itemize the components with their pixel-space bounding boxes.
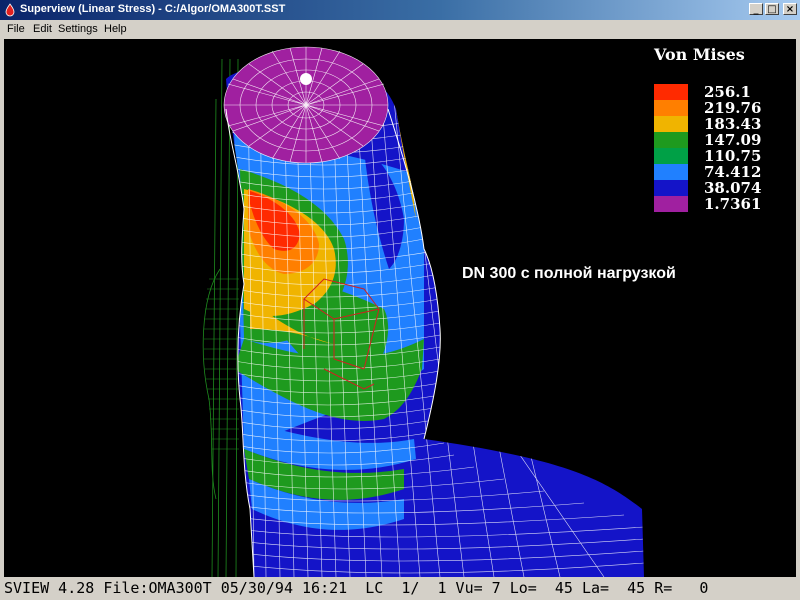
top-cap (223, 46, 389, 164)
legend-swatch (654, 180, 688, 196)
legend-row: 110.75 (654, 147, 784, 165)
legend-swatch (654, 164, 688, 180)
legend-value: 1.7361 (704, 195, 762, 213)
legend-swatch (654, 132, 688, 148)
legend-swatch (654, 148, 688, 164)
status-bar: SVIEW 4.28 File:OMA300T 05/30/94 16:21 L… (0, 577, 800, 600)
title-bar[interactable]: Superview (Linear Stress) - C:/Algor/OMA… (0, 0, 800, 20)
maximize-button[interactable]: □ (765, 3, 779, 15)
window-title: Superview (Linear Stress) - C:/Algor/OMA… (20, 3, 286, 15)
app-icon (5, 3, 15, 17)
model-annotation: DN 300 с полной нагрузкой (462, 265, 676, 282)
legend-row: 1.7361 (654, 195, 784, 213)
legend-row: 38.074 (654, 179, 784, 197)
legend-row: 74.412 (654, 163, 784, 181)
legend-row: 219.76 (654, 99, 784, 117)
legend-swatch (654, 84, 688, 100)
legend-title: Von Mises (654, 45, 745, 64)
menu-settings[interactable]: Settings (58, 23, 98, 35)
menu-help[interactable]: Help (104, 23, 127, 35)
legend-swatch (654, 100, 688, 116)
legend-swatch (654, 196, 688, 212)
app-window: Superview (Linear Stress) - C:/Algor/OMA… (0, 0, 800, 600)
minimize-button[interactable]: _ (749, 3, 763, 15)
legend-swatch (654, 116, 688, 132)
legend-row: 256.1 (654, 83, 784, 101)
legend-row: 183.43 (654, 115, 784, 133)
menu-file[interactable]: File (7, 23, 25, 35)
close-button[interactable]: × (783, 3, 797, 15)
fea-viewport[interactable]: Von Mises 256.1 219.76 183.43 147.09 110… (4, 39, 796, 577)
menu-edit[interactable]: Edit (33, 23, 52, 35)
legend-row: 147.09 (654, 131, 784, 149)
status-text: SVIEW 4.28 File:OMA300T 05/30/94 16:21 L… (4, 579, 709, 597)
menu-bar: File Edit Settings Help (0, 20, 800, 38)
